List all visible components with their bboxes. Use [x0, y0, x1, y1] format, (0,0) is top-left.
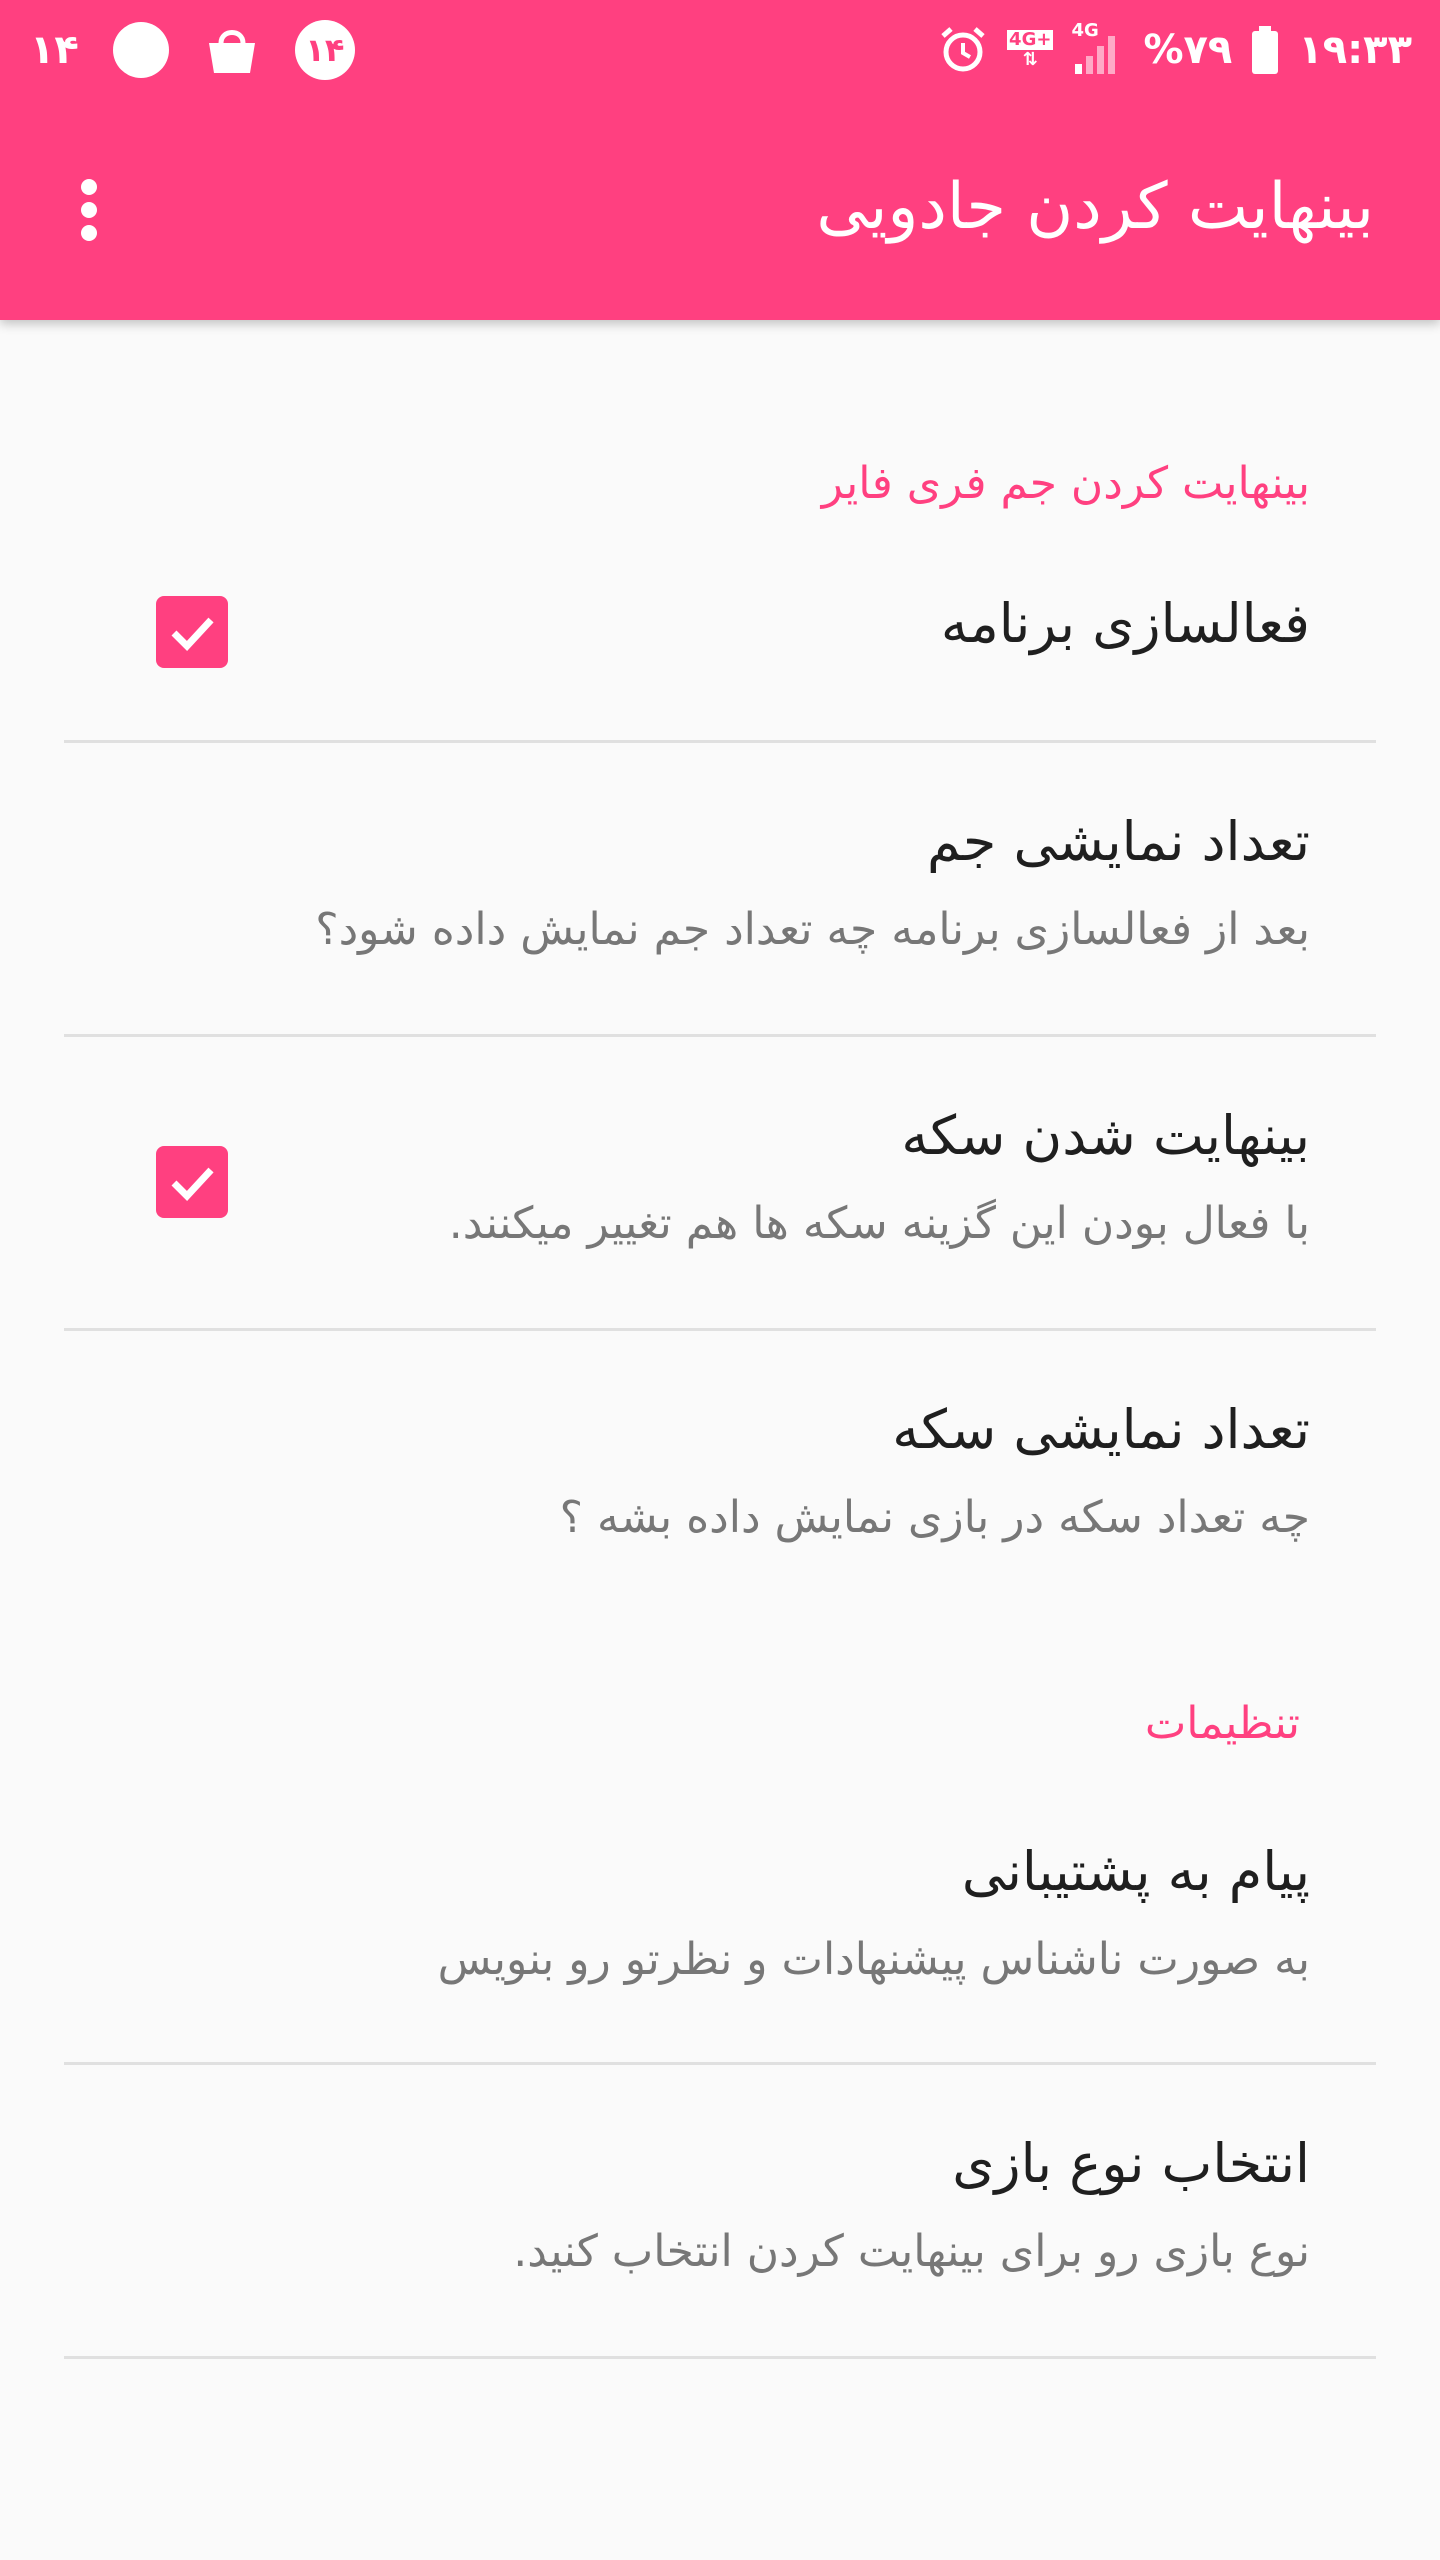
app-bar: ۱۴ ۱۴ 4G+ ⇅ 4G %۷۹ ۱۹:۳۳ بینهایت کردن جا…: [0, 0, 1440, 320]
preference-summary: چه تعداد سکه در بازی نمایش داده بشه ؟: [559, 1492, 1310, 1543]
preference-title: انتخاب نوع بازی: [952, 2132, 1310, 2195]
preference-title: تعداد نمایشی سکه: [892, 1398, 1310, 1461]
clock-time: ۱۹:۳۳: [1298, 27, 1412, 73]
shopping-bag-icon: [203, 21, 261, 79]
overflow-menu-button[interactable]: [44, 160, 134, 260]
preference-title: پیام به پشتیبانی: [961, 1840, 1310, 1903]
preference-title: بینهایت شدن سکه: [901, 1104, 1310, 1167]
preference-title: فعالسازی برنامه: [940, 592, 1310, 655]
section-header-infinite-gems: بینهایت کردن جم فری فایر: [821, 458, 1310, 509]
status-bar: ۱۴ ۱۴ 4G+ ⇅ 4G %۷۹ ۱۹:۳۳: [0, 0, 1440, 100]
alarm-clock-icon: [937, 24, 989, 76]
divider: [64, 1328, 1376, 1331]
network-4g-plus-icon: 4G+ ⇅: [1007, 29, 1054, 70]
battery-percent: %۷۹: [1143, 27, 1233, 73]
more-vert-icon: [81, 179, 97, 241]
divider: [64, 2062, 1376, 2065]
preference-summary: بعد از فعالسازی برنامه چه تعداد جم نمایش…: [315, 904, 1310, 955]
preference-summary: به صورت ناشناس پیشنهادات و نظرتو رو بنوی…: [437, 1934, 1310, 1985]
preference-summary: با فعال بودن این گزینه سکه ها هم تغییر م…: [448, 1198, 1310, 1249]
divider: [64, 740, 1376, 743]
activate-app-checkbox[interactable]: [156, 596, 228, 668]
check-icon: [171, 1167, 214, 1202]
check-icon: [171, 617, 214, 652]
screen: ۱۴ ۱۴ 4G+ ⇅ 4G %۷۹ ۱۹:۳۳ بینهایت کردن جا…: [0, 0, 1440, 2560]
infinite-coins-checkbox[interactable]: [156, 1146, 228, 1218]
notification-count: ۱۴: [30, 27, 79, 73]
preference-summary: نوع بازی رو برای بینهایت کردن انتخاب کنی…: [513, 2226, 1310, 2277]
signal-strength-icon: 4G: [1071, 20, 1125, 76]
divider: [64, 2356, 1376, 2359]
preference-title: تعداد نمایشی جم: [926, 810, 1310, 873]
notification-dot-icon: [112, 22, 169, 78]
battery-icon: [1250, 24, 1280, 76]
status-system: 4G+ ⇅ 4G %۷۹ ۱۹:۳۳: [937, 14, 1412, 86]
data-arrows-icon: ⇅: [1022, 49, 1038, 70]
divider: [64, 1034, 1376, 1037]
page-title: بینهایت کردن جادویی: [816, 170, 1374, 244]
status-notifications: ۱۴ ۱۴: [30, 14, 355, 86]
section-header-settings: تنظیمات: [1144, 1698, 1300, 1749]
notification-badge: ۱۴: [294, 20, 355, 80]
